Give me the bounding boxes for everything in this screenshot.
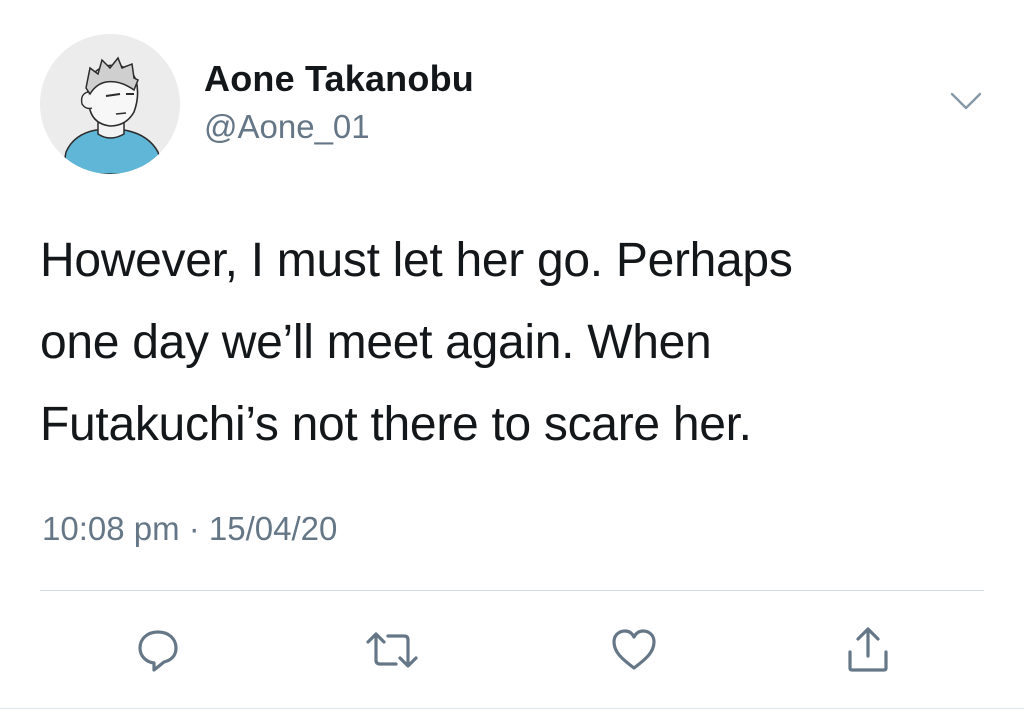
tweet-card: Aone Takanobu @Aone_01 However, I must l…: [0, 0, 1024, 712]
avatar-illustration: [40, 34, 180, 174]
heart-icon: [612, 629, 656, 670]
bottom-divider: [0, 708, 1024, 709]
tweet-text-line: However, I must let her go. Perhaps: [40, 234, 793, 287]
tweet-timestamp[interactable]: 10:08 pm · 15/04/20: [42, 510, 337, 548]
chevron-down-icon[interactable]: [944, 84, 988, 120]
author-display-name[interactable]: Aone Takanobu: [204, 58, 474, 100]
reply-icon: [138, 630, 178, 672]
like-button[interactable]: [604, 620, 664, 680]
divider: [40, 590, 984, 591]
share-button[interactable]: [838, 620, 898, 680]
reply-button[interactable]: [128, 620, 188, 680]
action-bar: [0, 620, 1024, 680]
tweet-text-line: one day we’ll meet again. When: [40, 316, 712, 369]
avatar[interactable]: [40, 34, 180, 174]
share-icon: [848, 627, 888, 672]
retweet-icon: [366, 632, 418, 668]
tweet-text: However, I must let her go. Perhaps one …: [40, 220, 980, 466]
tweet-text-line: Futakuchi’s not there to scare her.: [40, 398, 752, 451]
retweet-button[interactable]: [362, 620, 422, 680]
author-handle[interactable]: @Aone_01: [204, 108, 370, 146]
